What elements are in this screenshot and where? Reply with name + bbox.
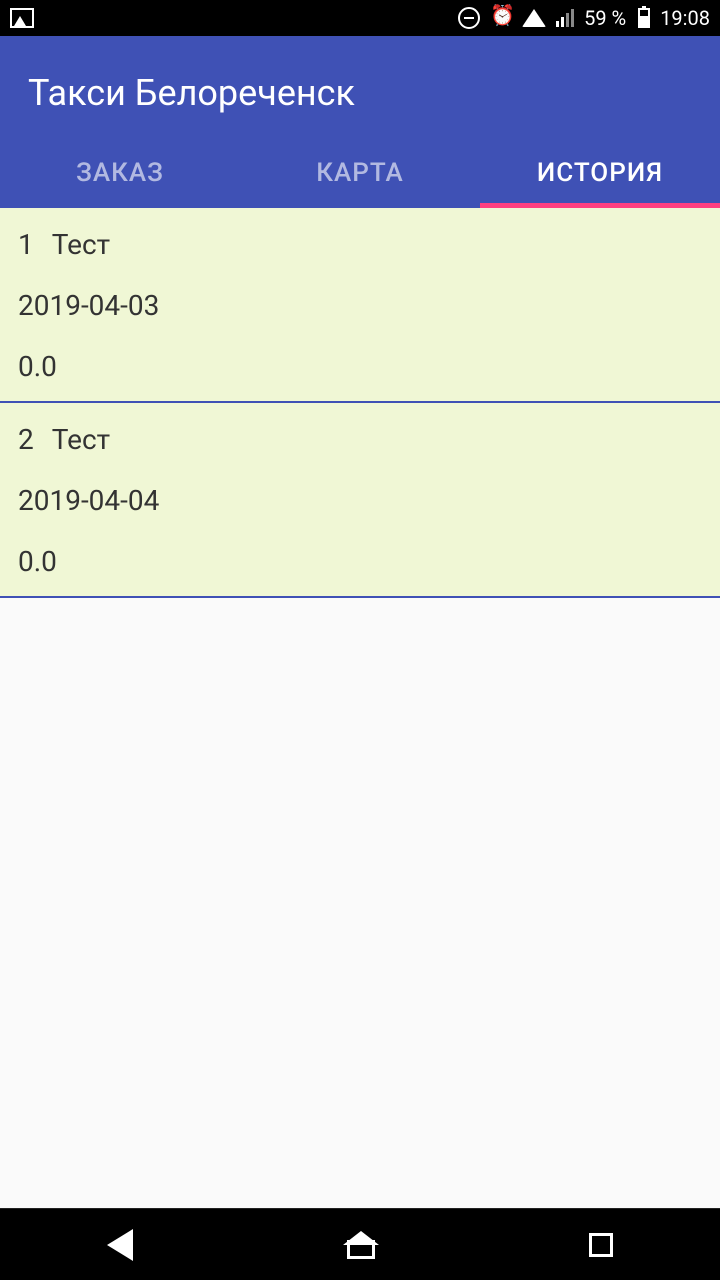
history-date: 2019-04-04 <box>18 484 702 517</box>
app-title: Такси Белореченск <box>28 72 692 114</box>
tab-bar: ЗАКАЗ КАРТА ИСТОРИЯ <box>0 138 720 208</box>
alarm-icon <box>490 7 512 29</box>
history-date: 2019-04-03 <box>18 289 702 322</box>
status-time: 19:08 <box>660 6 710 30</box>
tab-map[interactable]: КАРТА <box>240 138 480 208</box>
signal-icon <box>556 9 574 27</box>
history-item[interactable]: 2 Тест 2019-04-04 0.0 <box>0 403 720 598</box>
nav-home-button[interactable] <box>346 1231 376 1259</box>
tab-order[interactable]: ЗАКАЗ <box>0 138 240 208</box>
dnd-icon <box>458 7 480 29</box>
history-title: Тест <box>52 423 110 456</box>
history-amount: 0.0 <box>18 350 702 383</box>
wifi-icon <box>522 9 546 27</box>
history-amount: 0.0 <box>18 545 702 578</box>
status-bar: 59 % 19:08 <box>0 0 720 36</box>
nav-back-button[interactable] <box>107 1229 133 1261</box>
app-bar: Такси Белореченск <box>0 36 720 138</box>
nav-bar <box>0 1208 720 1280</box>
history-index: 2 <box>18 423 34 456</box>
tab-history-label: ИСТОРИЯ <box>537 158 663 188</box>
nav-recent-button[interactable] <box>589 1233 613 1257</box>
content-area: 1 Тест 2019-04-03 0.0 2 Тест 2019-04-04 … <box>0 208 720 1208</box>
image-icon <box>10 8 34 28</box>
tab-history[interactable]: ИСТОРИЯ <box>480 138 720 208</box>
tab-map-label: КАРТА <box>316 158 403 188</box>
battery-icon <box>638 8 650 28</box>
history-title: Тест <box>52 228 110 261</box>
battery-percent: 59 % <box>584 6 626 30</box>
tab-order-label: ЗАКАЗ <box>76 158 164 188</box>
history-index: 1 <box>18 228 34 261</box>
history-item[interactable]: 1 Тест 2019-04-03 0.0 <box>0 208 720 403</box>
